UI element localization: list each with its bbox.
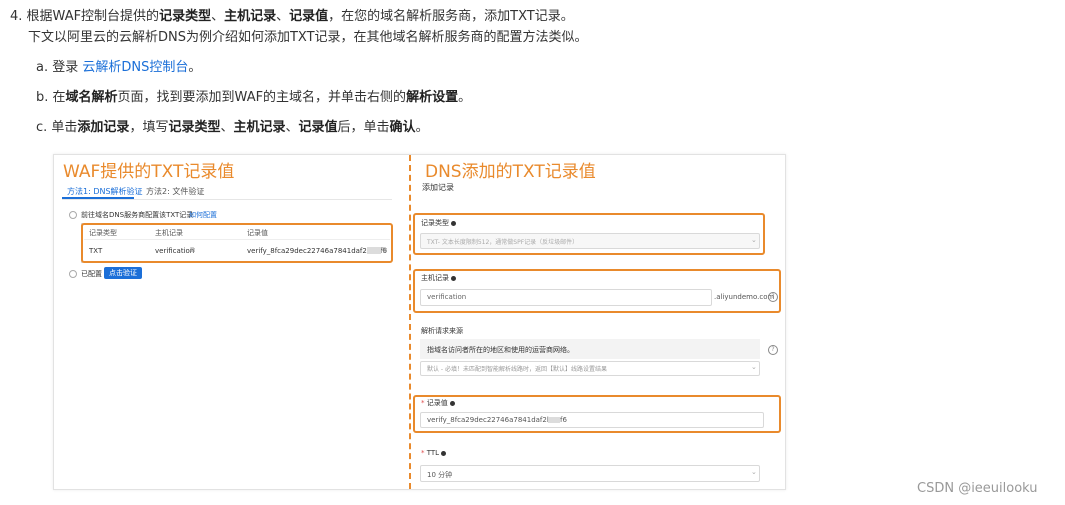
row-value: verify_8fca29dec22746a7841daf2b3af6 (247, 247, 387, 255)
ttl-label-text: TTL (426, 449, 440, 457)
host-record-label: 主机记录 (421, 273, 456, 283)
verify-button[interactable]: 点击验证 (104, 267, 142, 279)
waf-record-highlight (81, 223, 393, 263)
record-value-text: verify_8fca29dec22746a7841daf2b3af6 (427, 416, 567, 424)
step-number: 4. (10, 9, 23, 24)
substep-text: 。 (458, 90, 472, 105)
source-label: 解析请求来源 (421, 327, 463, 335)
record-value-label: * 记录值 (421, 398, 455, 408)
ttl-select[interactable] (420, 465, 760, 482)
chevron-down-icon: ⌄ (751, 236, 757, 244)
sep: 、 (276, 9, 290, 24)
help-icon (441, 450, 447, 456)
substep-text: a. 登录 (36, 60, 83, 75)
substep-text: b. 在 (36, 90, 66, 105)
record-type-value: TXT- 文本长度限制512，通常做SPF记录（反垃圾邮件） (427, 239, 579, 246)
ttl-label: * TTL (421, 449, 447, 457)
record-type-label-text: 记录类型 (421, 219, 449, 227)
sep: 。 (415, 120, 429, 135)
bold-term: 记录类型 (159, 9, 212, 24)
bold-term: 域名解析 (65, 90, 118, 105)
substep-text: c. 单击 (36, 120, 78, 135)
step-4-line-1: 4. 根据WAF控制台提供的记录类型、主机记录、记录值，在您的域名解析服务商，添… (10, 8, 574, 26)
copy-value-icon[interactable]: ⧉ (382, 246, 387, 255)
substep-b: b. 在域名解析页面，找到要添加到WAF的主域名，并单击右侧的解析设置。 (36, 89, 471, 107)
substep-text: 。 (188, 60, 202, 75)
row-host: verification (155, 247, 195, 255)
substep-text: 后，单击 (337, 120, 390, 135)
question-icon[interactable]: ? (768, 345, 778, 355)
sep: 、 (285, 120, 299, 135)
ttl-value: 10 分钟 (427, 471, 453, 479)
col-record-type: 记录类型 (89, 229, 117, 237)
step-text: 根据WAF控制台提供的 (26, 9, 160, 24)
host-record-label-text: 主机记录 (421, 274, 449, 282)
sep: 、 (220, 120, 234, 135)
host-record-value: verification (427, 293, 467, 301)
record-type-label: 记录类型 (421, 218, 456, 228)
dns-title: DNS添加的TXT记录值 (425, 162, 596, 182)
radio-configured-label: 已配置 (81, 270, 102, 278)
radio-configured[interactable] (69, 270, 77, 278)
bold-term: 记录值 (298, 120, 338, 135)
sep: 、 (211, 9, 225, 24)
tab-dns-verify[interactable]: 方法1: DNS解析验证 (67, 186, 143, 197)
bold-term: 添加记录 (77, 120, 130, 135)
bold-term: 确认 (389, 120, 416, 135)
add-record-title: 添加记录 (422, 183, 454, 192)
source-value: 默认 - 必填！未匹配到智能解析线路时，返回【默认】线路设置结果 (427, 366, 607, 373)
source-desc: 指域名访问者所在的地区和使用的运营商网络。 (427, 346, 574, 354)
step-text: ，在您的域名解析服务商，添加TXT记录。 (328, 9, 574, 24)
help-icon (451, 220, 456, 226)
dns-console-link[interactable]: 云解析DNS控制台 (82, 60, 188, 75)
required-mark: * (421, 449, 425, 457)
row-type: TXT (89, 247, 103, 255)
question-icon[interactable]: ? (768, 292, 778, 302)
col-record-value: 记录值 (247, 229, 268, 237)
radio-configure-label: 前往域名DNS服务商配置该TXT记录 (81, 211, 194, 219)
bold-term: 记录类型 (168, 120, 221, 135)
figure-divider (409, 155, 411, 489)
help-icon (451, 275, 456, 281)
substep-c: c. 单击添加记录，填写记录类型、主机记录、记录值后，单击确认。 (36, 119, 429, 137)
waf-title: WAF提供的TXT记录值 (63, 162, 235, 182)
chevron-down-icon: ⌄ (751, 468, 757, 476)
radio-configure[interactable] (69, 211, 77, 219)
tab-file-verify[interactable]: 方法2: 文件验证 (146, 186, 204, 197)
substep-text: ，填写 (129, 120, 169, 135)
tab-bar-line (62, 199, 392, 200)
step-4-line-2: 下文以阿里云的云解析DNS为例介绍如何添加TXT记录，在其他域名解析服务商的配置… (28, 30, 588, 45)
how-to-configure-link[interactable]: 如何配置 (189, 210, 217, 220)
copy-host-icon[interactable]: ⧉ (190, 246, 195, 255)
record-value-label-text: 记录值 (426, 399, 448, 407)
required-mark: * (421, 399, 425, 407)
substep-text: 页面，找到要添加到WAF的主域名，并单击右侧的 (117, 90, 407, 105)
value-blur (548, 417, 560, 423)
bold-term: 主机记录 (224, 9, 277, 24)
host-domain-suffix: .aliyundemo.com (714, 293, 775, 301)
value-blur (367, 247, 381, 254)
substep-a: a. 登录 云解析DNS控制台。 (36, 59, 201, 77)
help-icon (449, 400, 455, 406)
screenshot-figure: WAF提供的TXT记录值 方法1: DNS解析验证 方法2: 文件验证 前往域名… (53, 154, 786, 490)
csdn-watermark: CSDN @ieeuilooku (917, 481, 1038, 496)
bold-term: 解析设置 (406, 90, 459, 105)
chevron-down-icon: ⌄ (751, 363, 757, 371)
bold-term: 记录值 (289, 9, 329, 24)
bold-term: 主机记录 (233, 120, 286, 135)
col-host-record: 主机记录 (155, 229, 183, 237)
table-header-line (84, 239, 390, 240)
